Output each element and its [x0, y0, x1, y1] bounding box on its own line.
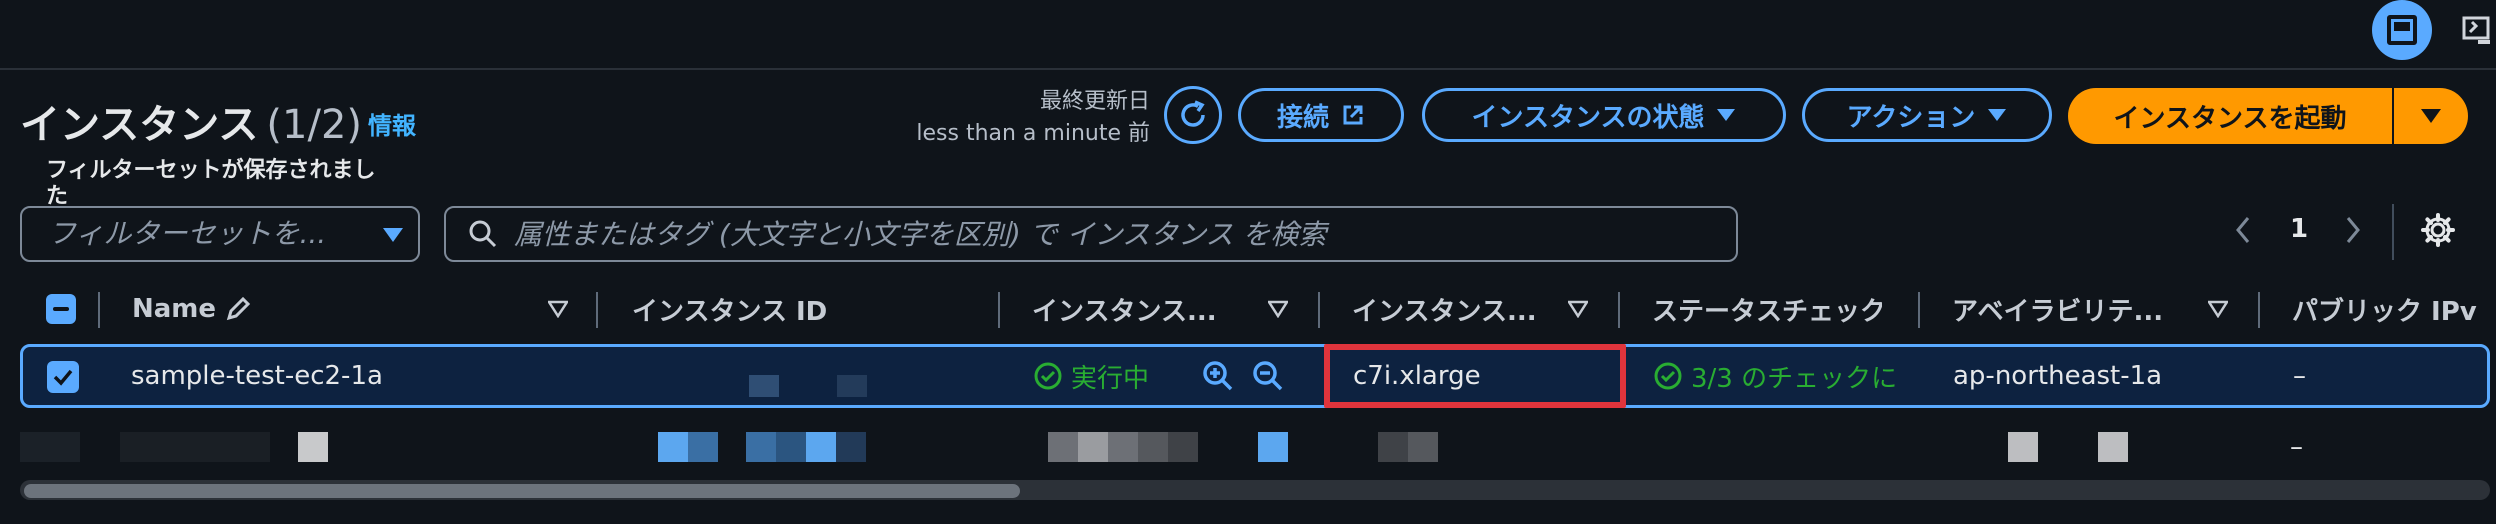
column-divider [2258, 292, 2260, 328]
redacted-cell [1138, 432, 1168, 462]
column-header-instance-id[interactable]: インスタンス ID [632, 284, 1012, 334]
column-divider [596, 292, 598, 328]
instance-state-label: インスタンスの状態 [1471, 102, 1705, 133]
redacted-cell [836, 432, 866, 462]
redacted-cell [746, 432, 776, 462]
search-input[interactable] [514, 217, 1736, 251]
column-divider [1318, 292, 1320, 328]
column-divider [998, 292, 1000, 328]
top-bar [0, 0, 2496, 70]
redacted-instance-id [837, 375, 867, 397]
column-header-name[interactable]: Name [132, 284, 342, 334]
redacted-cell [2008, 432, 2038, 462]
redacted-cell [120, 432, 270, 462]
table-row[interactable]: – [20, 418, 2490, 474]
divider [2392, 204, 2394, 260]
actions-button[interactable]: アクション [1802, 88, 2052, 142]
success-check-icon [1034, 362, 1062, 390]
public-ip: – [2290, 432, 2303, 462]
filter-set-saved-message: フィルターセットが保存されました [46, 158, 376, 209]
redacted-cell [1048, 432, 1078, 462]
scrollbar-thumb[interactable] [24, 484, 1020, 498]
success-check-icon [1654, 362, 1682, 390]
caret-down-icon [383, 228, 403, 242]
column-header-label: Name [132, 294, 217, 324]
redacted-cell [298, 432, 328, 462]
highlight-annotation [1324, 344, 1626, 408]
redacted-instance-id [749, 375, 779, 397]
redacted-cell [1168, 432, 1198, 462]
redacted-cell [1408, 432, 1438, 462]
gear-icon[interactable] [2420, 212, 2456, 248]
column-divider [98, 292, 100, 328]
status-check-text: 3/3 のチェックに [1691, 363, 1898, 394]
page-title: インスタンス (1/2) [20, 92, 362, 150]
column-header-status-check[interactable]: ステータスチェック [1652, 284, 1882, 334]
redacted-cell [806, 432, 836, 462]
actions-label: アクション [1846, 102, 1976, 133]
availability-zone: ap-northeast-1a [1953, 361, 2163, 391]
panel-layout-icon[interactable] [2372, 0, 2432, 60]
sort-caret-icon[interactable] [1268, 300, 1288, 318]
connect-label: 接続 [1276, 102, 1329, 133]
public-ip: – [2293, 361, 2306, 391]
sort-caret-icon[interactable] [548, 300, 568, 318]
select-all-checkbox[interactable] [46, 294, 76, 324]
instance-state: 実行中 [1033, 347, 1149, 405]
zoom-in-icon[interactable] [1201, 359, 1235, 393]
redacted-cell [1258, 432, 1288, 462]
refresh-icon [1181, 100, 1205, 127]
caret-down-icon [1717, 109, 1736, 121]
external-link-icon [1343, 105, 1363, 125]
instance-state-button[interactable]: インスタンスの状態 [1422, 88, 1786, 142]
instance-name[interactable]: sample-test-ec2-1a [131, 347, 383, 405]
refresh-button[interactable] [1164, 86, 1222, 144]
sort-caret-icon[interactable] [2208, 300, 2228, 318]
checkmark-icon [53, 369, 73, 386]
redacted-cell [688, 432, 718, 462]
row-checkbox[interactable] [47, 361, 79, 393]
redacted-cell [2098, 432, 2128, 462]
connect-button[interactable]: 接続 [1238, 88, 1404, 142]
redacted-cell [1378, 432, 1408, 462]
caret-down-icon [1988, 109, 2007, 121]
redacted-cell [20, 432, 80, 462]
search-box[interactable] [444, 206, 1738, 262]
redacted-cell [658, 432, 688, 462]
filter-set-select[interactable]: フィルターセットを... [20, 206, 420, 262]
column-header-instance-type[interactable]: インスタンス... [1352, 284, 1568, 334]
current-page[interactable]: 1 [2290, 214, 2308, 244]
sort-caret-icon[interactable] [1568, 300, 1588, 318]
preferences-icon[interactable] [2462, 12, 2492, 52]
status-check[interactable]: 3/3 のチェックに [1653, 347, 1903, 405]
launch-instances-button[interactable]: インスタンスを起動 [2068, 88, 2392, 144]
redacted-cell [776, 432, 806, 462]
column-divider [1618, 292, 1620, 328]
last-updated-label: 最終更新日 [1039, 89, 1150, 114]
column-header-instance-state[interactable]: インスタンス... [1032, 284, 1248, 334]
redacted-cell [1108, 432, 1138, 462]
filter-set-placeholder: フィルターセットを... [48, 217, 327, 250]
edit-icon [226, 296, 251, 321]
search-icon [469, 220, 497, 248]
zoom-out-icon[interactable] [1251, 359, 1285, 393]
last-updated: 最終更新日 less than a minute 前 [880, 86, 1150, 150]
last-updated-value: less than a minute 前 [916, 121, 1150, 146]
column-divider [1918, 292, 1920, 328]
chevron-right-icon[interactable] [2342, 214, 2364, 246]
column-header-public-ip[interactable]: パブリック IPv [2292, 284, 2496, 334]
table-row[interactable]: sample-test-ec2-1a 実行中 c7i.xlarge 3/3 のチ… [20, 344, 2490, 408]
selection-count: (1/2) [266, 102, 362, 148]
launch-dropdown-button[interactable] [2394, 88, 2468, 144]
chevron-left-icon[interactable] [2232, 214, 2254, 246]
redacted-cell [1078, 432, 1108, 462]
column-header-availability-zone[interactable]: アベイラビリテ... [1952, 284, 2170, 334]
table-header: Name インスタンス ID インスタンス... インスタンス... ステータス… [20, 284, 2496, 334]
caret-down-icon [2421, 109, 2441, 123]
page-title-text: インスタンス [20, 102, 259, 148]
info-link[interactable]: 情報 [368, 106, 416, 141]
instance-state-text: 実行中 [1071, 363, 1150, 394]
